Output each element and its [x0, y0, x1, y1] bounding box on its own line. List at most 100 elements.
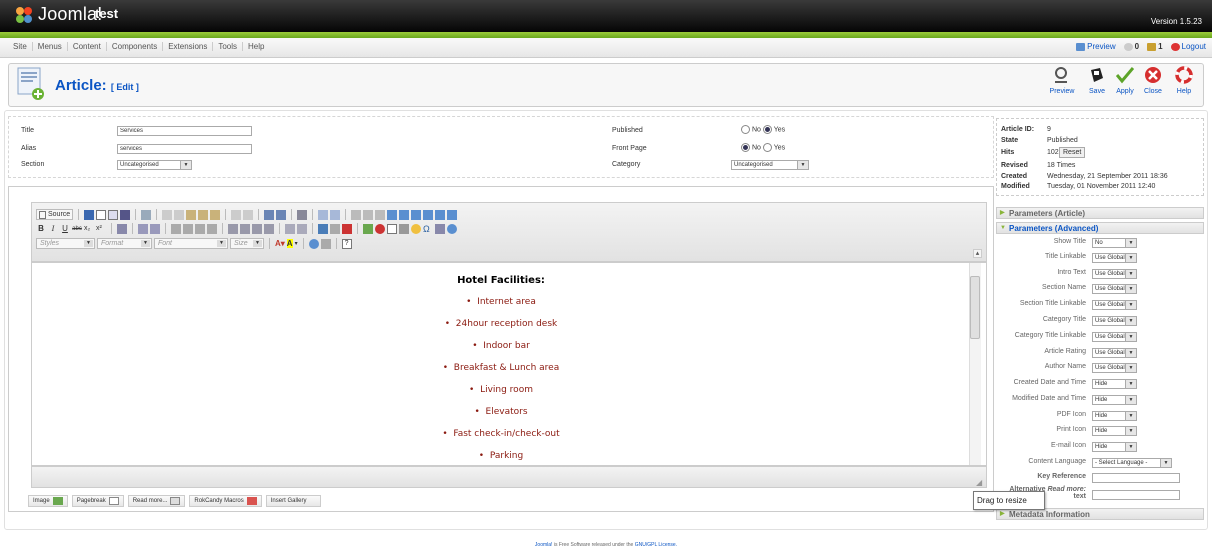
link-icon[interactable]	[318, 223, 328, 234]
align-center-icon[interactable]	[240, 223, 250, 234]
close-button[interactable]: Close	[1139, 66, 1167, 95]
anchor-icon[interactable]	[342, 223, 352, 234]
section-select[interactable]: Uncategorised ▼	[117, 160, 192, 170]
author-name-select[interactable]: Use Global ▼	[1092, 363, 1137, 373]
menu-tools[interactable]: Tools	[213, 42, 244, 51]
bold-icon[interactable]: B	[36, 224, 46, 233]
category-title-select[interactable]: Use Global ▼	[1092, 316, 1137, 326]
key-reference-input[interactable]	[1092, 473, 1180, 483]
image-button-icon[interactable]	[435, 209, 446, 220]
underline-icon[interactable]: U	[60, 224, 70, 233]
select-field-icon[interactable]	[411, 209, 422, 220]
logout-link[interactable]: Logout	[1170, 42, 1206, 51]
textarea-icon[interactable]	[399, 209, 410, 220]
textfield-icon[interactable]	[387, 209, 398, 220]
iframe-icon[interactable]	[447, 223, 457, 234]
editor-scrollbar-thumb[interactable]	[970, 276, 980, 339]
editor-content-area[interactable]: Hotel Facilities: • Internet area • 24ho…	[31, 262, 987, 466]
preview-link[interactable]: Preview	[1076, 42, 1116, 51]
smiley-icon[interactable]	[411, 223, 421, 234]
frontpage-no-radio[interactable]	[741, 143, 750, 152]
copy-icon[interactable]	[174, 209, 185, 220]
pdf-icon-select[interactable]: Hide ▼	[1092, 411, 1137, 421]
menu-content[interactable]: Content	[68, 42, 107, 51]
parameters-article-toggle[interactable]: ▶ Parameters (Article)	[996, 207, 1204, 219]
subscript-icon[interactable]: x₂	[84, 225, 94, 232]
redo-icon[interactable]	[243, 209, 254, 220]
unlink-icon[interactable]	[330, 223, 340, 234]
align-justify-icon[interactable]	[264, 223, 274, 234]
help-button[interactable]: Help	[1170, 66, 1198, 95]
cut-icon[interactable]	[162, 209, 173, 220]
image-button[interactable]: Image	[28, 495, 68, 507]
blockquote-icon[interactable]	[195, 223, 205, 234]
flash-icon[interactable]	[375, 223, 385, 234]
paste-icon[interactable]	[186, 209, 197, 220]
license-link[interactable]: GNU/GPL License.	[635, 542, 677, 548]
size-combo[interactable]: Size ▼	[230, 238, 264, 249]
parameters-advanced-toggle[interactable]: ▼ Parameters (Advanced)	[996, 222, 1204, 234]
replace-icon[interactable]	[276, 209, 287, 220]
resize-grip-icon[interactable]: ◢	[976, 478, 982, 487]
email-icon-select[interactable]: Hide ▼	[1092, 442, 1137, 452]
menu-components[interactable]: Components	[107, 42, 164, 51]
horizontal-rule-icon[interactable]	[399, 223, 409, 234]
special-char-icon[interactable]: Ω	[423, 224, 433, 234]
content-language-select[interactable]: - Select Language - ▼	[1092, 458, 1172, 468]
remove-format-icon[interactable]	[117, 223, 127, 234]
align-right-icon[interactable]	[252, 223, 262, 234]
paste-word-icon[interactable]	[210, 209, 221, 220]
show-blocks-icon[interactable]	[320, 238, 331, 249]
numbered-list-icon[interactable]	[138, 223, 148, 234]
rtl-icon[interactable]	[297, 223, 307, 234]
page-break-icon[interactable]	[435, 223, 445, 234]
styles-combo[interactable]: Styles ▼	[36, 238, 95, 249]
menu-menus[interactable]: Menus	[33, 42, 68, 51]
source-button[interactable]: Source	[36, 209, 74, 220]
maximize-icon[interactable]	[308, 238, 319, 249]
created-date-select[interactable]: Hide ▼	[1092, 379, 1137, 389]
spellcheck-icon[interactable]	[318, 209, 329, 220]
div-icon[interactable]	[207, 223, 217, 234]
readmore-button[interactable]: Read more...	[127, 495, 186, 507]
save-doc-icon[interactable]	[84, 209, 95, 220]
bulleted-list-icon[interactable]	[150, 223, 160, 234]
alt-read-more-input[interactable]	[1092, 490, 1180, 500]
collapse-toolbar-icon[interactable]: ▴	[973, 249, 982, 258]
alias-field[interactable]	[117, 144, 252, 154]
indent-icon[interactable]	[183, 223, 193, 234]
background-color-icon[interactable]: A	[286, 239, 293, 248]
align-left-icon[interactable]	[228, 223, 238, 234]
font-combo[interactable]: Font ▼	[154, 238, 228, 249]
radio-icon[interactable]	[375, 209, 386, 220]
joomla-link[interactable]: Joomla!	[535, 542, 553, 548]
title-field[interactable]	[117, 126, 252, 136]
ltr-icon[interactable]	[285, 223, 295, 234]
menu-extensions[interactable]: Extensions	[163, 42, 214, 51]
outdent-icon[interactable]	[171, 223, 181, 234]
print-icon-select[interactable]: Hide ▼	[1092, 426, 1137, 436]
hidden-field-icon[interactable]	[447, 209, 458, 220]
templates-icon[interactable]	[141, 209, 152, 220]
strikethrough-icon[interactable]: abc	[72, 226, 82, 232]
italic-icon[interactable]: I	[48, 224, 58, 233]
insert-gallery-button[interactable]: Insert Gallery	[265, 495, 322, 507]
rokcandy-button[interactable]: RokCandy Macros	[189, 495, 262, 507]
intro-text-select[interactable]: Use Global ▼	[1092, 269, 1137, 279]
published-yes-radio[interactable]	[762, 125, 772, 134]
menu-help[interactable]: Help	[243, 42, 269, 51]
button-field-icon[interactable]	[423, 209, 434, 220]
category-select[interactable]: Uncategorised ▼	[731, 160, 809, 170]
superscript-icon[interactable]: x²	[96, 225, 106, 232]
show-title-select[interactable]: No ▼	[1092, 238, 1137, 248]
print-icon[interactable]	[120, 209, 131, 220]
format-combo[interactable]: Format ▼	[97, 238, 152, 249]
category-title-linkable-select[interactable]: Use Global ▼	[1092, 332, 1137, 342]
preview-button[interactable]: Preview	[1048, 66, 1076, 95]
modified-date-select[interactable]: Hide ▼	[1092, 395, 1137, 405]
messages-status[interactable]: 0	[1123, 42, 1139, 51]
undo-icon[interactable]	[231, 209, 242, 220]
image-icon[interactable]	[363, 223, 373, 234]
form-icon[interactable]	[351, 209, 362, 220]
users-status[interactable]: 1	[1147, 42, 1163, 51]
